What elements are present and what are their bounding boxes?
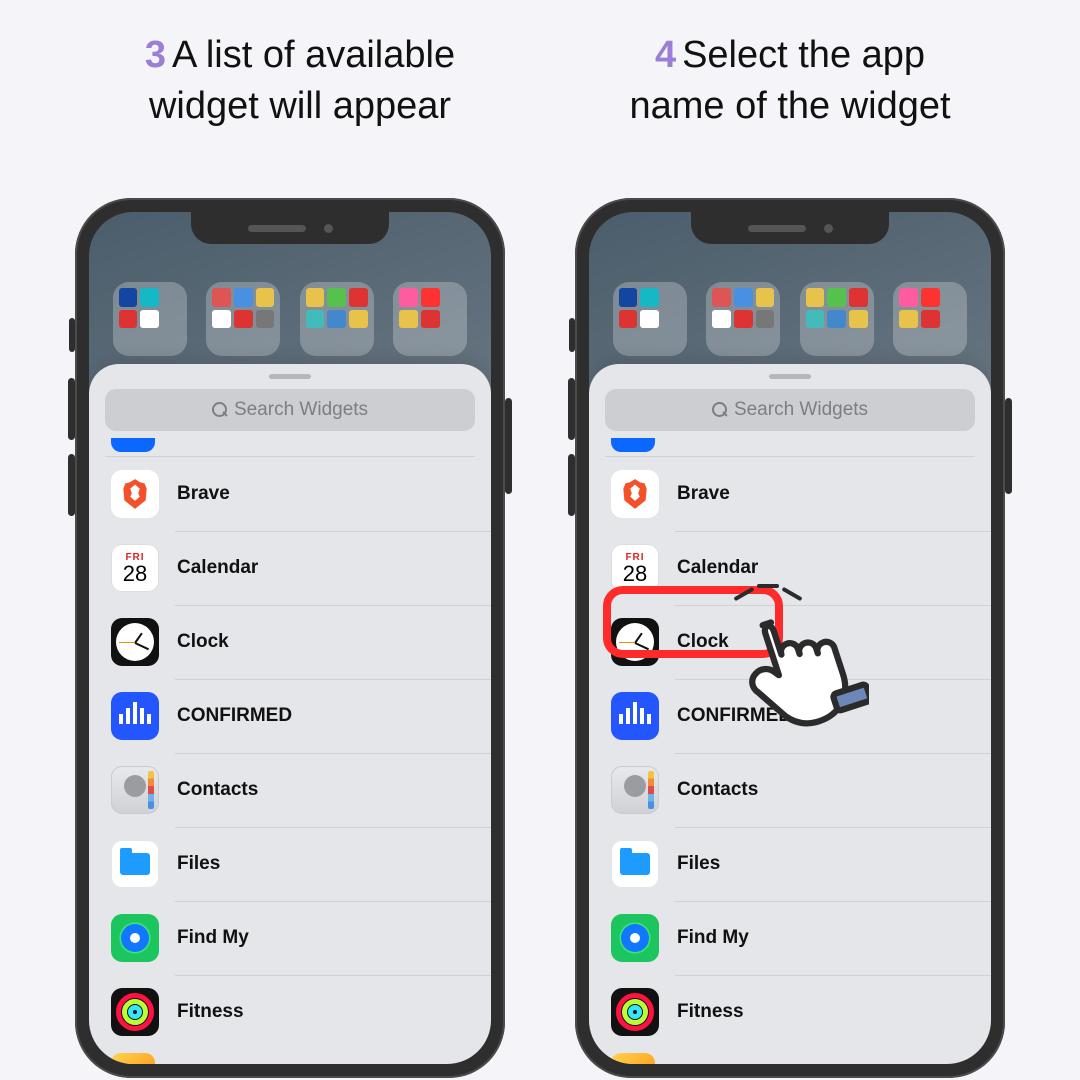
list-item-fitness[interactable]: Fitness (89, 975, 491, 1049)
list-item-confirmed[interactable]: CONFIRMED (89, 679, 491, 753)
app-label: Calendar (177, 557, 258, 579)
list-item-contacts[interactable]: Contacts (589, 753, 991, 827)
findmy-icon (111, 914, 159, 962)
widget-sheet[interactable]: Search Widgets Brave FRI 28 Calendar (89, 364, 491, 1064)
files-icon (611, 840, 659, 888)
list-item-partial-bottom[interactable] (105, 1049, 475, 1063)
calendar-icon: FRI 28 (111, 544, 159, 592)
volume-down[interactable] (568, 454, 575, 516)
fitness-icon (611, 988, 659, 1036)
screen: Search Widgets Brave FRI 28 Calendar (89, 212, 491, 1064)
list-item-partial-bottom[interactable] (605, 1049, 975, 1063)
app-folder[interactable] (613, 282, 687, 356)
step3-line1: A list of available (172, 34, 455, 76)
brave-icon (111, 470, 159, 518)
app-label: CONFIRMED (177, 705, 292, 727)
step3-number: 3 (145, 34, 166, 76)
fitness-icon (111, 988, 159, 1036)
list-item-brave[interactable]: Brave (89, 457, 491, 531)
app-folder[interactable] (393, 282, 467, 356)
search-placeholder: Search Widgets (734, 399, 868, 421)
contacts-icon (111, 766, 159, 814)
calendar-icon: FRI 28 (611, 544, 659, 592)
app-label: Contacts (677, 779, 758, 801)
app-label: Fitness (177, 1001, 244, 1023)
clock-icon (111, 618, 159, 666)
sheet-grabber[interactable] (269, 374, 311, 379)
app-label: CONFIRMED (677, 705, 792, 727)
search-input[interactable]: Search Widgets (105, 389, 475, 431)
list-item-confirmed[interactable]: CONFIRMED (589, 679, 991, 753)
app-folder[interactable] (300, 282, 374, 356)
step4-number: 4 (655, 34, 676, 76)
volume-up[interactable] (68, 378, 75, 440)
search-icon (212, 402, 228, 418)
list-item-files[interactable]: Files (589, 827, 991, 901)
confirmed-icon (611, 692, 659, 740)
list-item-calendar[interactable]: FRI 28 Calendar (89, 531, 491, 605)
app-label: Find My (677, 927, 749, 949)
app-folder[interactable] (800, 282, 874, 356)
list-item-clock[interactable]: Clock (89, 605, 491, 679)
step4-caption: 4Select the app name of the widget (560, 30, 1020, 133)
brave-icon (611, 470, 659, 518)
mute-switch[interactable] (69, 318, 75, 352)
list-item-brave[interactable]: Brave (589, 457, 991, 531)
mute-switch[interactable] (569, 318, 575, 352)
app-folder[interactable] (206, 282, 280, 356)
phone-step3: Search Widgets Brave FRI 28 Calendar (75, 198, 505, 1078)
list-item-files[interactable]: Files (89, 827, 491, 901)
app-label: Brave (177, 483, 230, 505)
list-item-contacts[interactable]: Contacts (89, 753, 491, 827)
app-folder[interactable] (893, 282, 967, 356)
app-label: Files (177, 853, 220, 875)
notch (191, 212, 389, 244)
volume-up[interactable] (568, 378, 575, 440)
files-icon (111, 840, 159, 888)
folder-row (89, 282, 491, 356)
app-label: Calendar (677, 557, 758, 579)
step3-line2: widget will appear (149, 85, 451, 127)
step3-caption: 3A list of available widget will appear (70, 30, 530, 133)
app-folder[interactable] (706, 282, 780, 356)
list-item-partial-top[interactable] (605, 439, 975, 457)
findmy-icon (611, 914, 659, 962)
notch (691, 212, 889, 244)
contacts-icon (611, 766, 659, 814)
volume-down[interactable] (68, 454, 75, 516)
search-input[interactable]: Search Widgets (605, 389, 975, 431)
app-label: Files (677, 853, 720, 875)
sheet-grabber[interactable] (769, 374, 811, 379)
confirmed-icon (111, 692, 159, 740)
list-item-fitness[interactable]: Fitness (589, 975, 991, 1049)
list-item-findmy[interactable]: Find My (589, 901, 991, 975)
calendar-day: 28 (623, 563, 647, 585)
power-button[interactable] (505, 398, 512, 494)
app-label: Find My (177, 927, 249, 949)
clock-icon (611, 618, 659, 666)
calendar-day: 28 (123, 563, 147, 585)
step4-line2: name of the widget (629, 85, 950, 127)
step4-line1: Select the app (682, 34, 925, 76)
app-label: Clock (177, 631, 229, 653)
app-label: Fitness (677, 1001, 744, 1023)
app-label: Contacts (177, 779, 258, 801)
list-item-partial-top[interactable] (105, 439, 475, 457)
app-label: Brave (677, 483, 730, 505)
list-item-findmy[interactable]: Find My (89, 901, 491, 975)
search-placeholder: Search Widgets (234, 399, 368, 421)
list-item-clock[interactable]: Clock (589, 605, 991, 679)
folder-row (589, 282, 991, 356)
search-icon (712, 402, 728, 418)
screen: Search Widgets Brave FRI 28 Calendar (589, 212, 991, 1064)
phone-step4: Search Widgets Brave FRI 28 Calendar (575, 198, 1005, 1078)
widget-sheet[interactable]: Search Widgets Brave FRI 28 Calendar (589, 364, 991, 1064)
power-button[interactable] (1005, 398, 1012, 494)
app-folder[interactable] (113, 282, 187, 356)
app-label: Clock (677, 631, 729, 653)
